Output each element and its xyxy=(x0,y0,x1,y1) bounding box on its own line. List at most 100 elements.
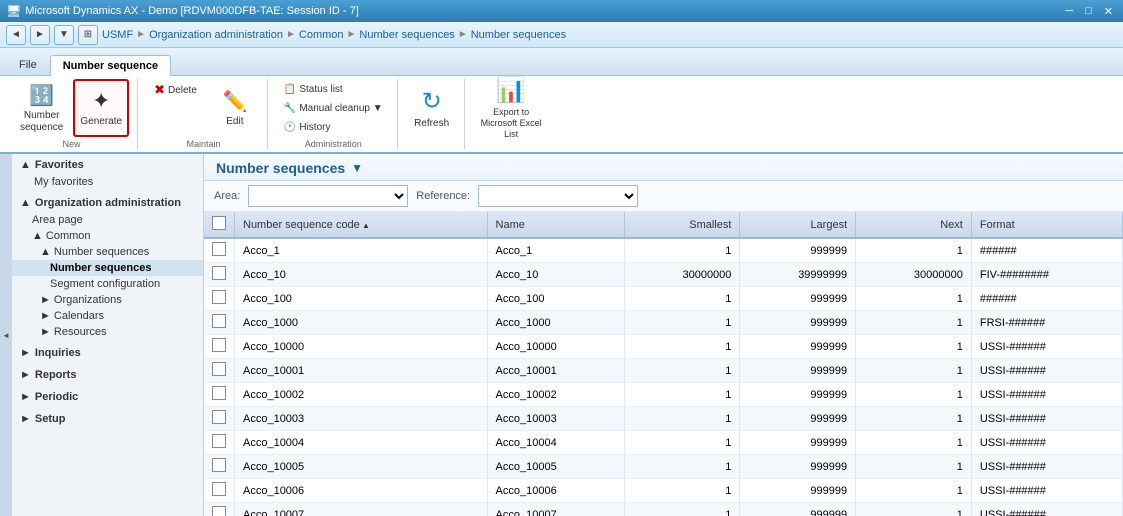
row-checkbox[interactable] xyxy=(204,431,235,455)
table-row[interactable]: Acco_1000 Acco_1000 1 999999 1 FRSI-####… xyxy=(204,311,1123,335)
row-next: 1 xyxy=(856,407,972,431)
row-code: Acco_10004 xyxy=(235,431,488,455)
inquiries-expand-icon: ► xyxy=(20,347,31,359)
table-row[interactable]: Acco_1 Acco_1 1 999999 1 ###### xyxy=(204,238,1123,263)
col-code[interactable]: Number sequence code xyxy=(235,212,488,238)
number-sequence-button[interactable]: 🔢 Numbersequence xyxy=(14,79,69,137)
sidebar-reports-header[interactable]: ► Reports xyxy=(12,366,203,384)
row-checkbox[interactable] xyxy=(204,503,235,516)
table-row[interactable]: Acco_10001 Acco_10001 1 999999 1 USSI-##… xyxy=(204,359,1123,383)
header-checkbox[interactable] xyxy=(212,216,226,230)
sidebar-item-calendars[interactable]: ► Calendars xyxy=(12,308,203,324)
row-checkbox[interactable] xyxy=(204,287,235,311)
breadcrumb-common[interactable]: Common xyxy=(299,29,344,41)
sidebar-item-area-page[interactable]: Area page xyxy=(12,212,203,228)
row-checkbox[interactable] xyxy=(204,455,235,479)
sidebar-item-common[interactable]: ▲ Common xyxy=(12,228,203,244)
manual-cleanup-button[interactable]: 🔧 Manual cleanup ▼ xyxy=(278,100,389,117)
col-name[interactable]: Name xyxy=(487,212,624,238)
status-list-button[interactable]: 📋 Status list xyxy=(278,81,349,98)
sidebar-inquiries-header[interactable]: ► Inquiries xyxy=(12,344,203,362)
col-next[interactable]: Next xyxy=(856,212,972,238)
export-button[interactable]: 📊 Export toMicrosoft ExcelList xyxy=(475,79,548,137)
table-row[interactable]: Acco_10000 Acco_10000 1 999999 1 USSI-##… xyxy=(204,335,1123,359)
col-format[interactable]: Format xyxy=(971,212,1122,238)
row-name: Acco_10002 xyxy=(487,383,624,407)
table-row[interactable]: Acco_10 Acco_10 30000000 39999999 300000… xyxy=(204,263,1123,287)
sidebar-section-setup: ► Setup xyxy=(12,408,203,430)
group-maintain-label: Maintain xyxy=(186,139,220,149)
nav-bar: ◄ ► ▼ ⊞ USMF ► Organization administrati… xyxy=(0,22,1123,48)
row-format: ###### xyxy=(971,287,1122,311)
generate-icon: ✦ xyxy=(92,88,110,114)
row-checkbox[interactable] xyxy=(204,311,235,335)
table-row[interactable]: Acco_10006 Acco_10006 1 999999 1 USSI-##… xyxy=(204,479,1123,503)
refresh-button[interactable]: ↻ Refresh xyxy=(408,79,456,137)
group-admin-label: Administration xyxy=(305,139,362,149)
status-list-icon: 📋 xyxy=(284,84,296,95)
sidebar-periodic-header[interactable]: ► Periodic xyxy=(12,388,203,406)
area-filter-select[interactable] xyxy=(248,185,408,207)
row-format: FRSI-###### xyxy=(971,311,1122,335)
sidebar-item-my-favorites[interactable]: My favorites xyxy=(12,174,203,190)
forward-button[interactable]: ► xyxy=(30,25,50,45)
nav-dropdown-button[interactable]: ▼ xyxy=(54,25,74,45)
col-largest[interactable]: Largest xyxy=(740,212,856,238)
sidebar-item-segment-configuration[interactable]: Segment configuration xyxy=(12,276,203,292)
sidebar-favorites-header[interactable]: ▲ Favorites xyxy=(12,156,203,174)
table-row[interactable]: Acco_100 Acco_100 1 999999 1 ###### xyxy=(204,287,1123,311)
sidebar-setup-header[interactable]: ► Setup xyxy=(12,410,203,428)
page-title: Number sequences xyxy=(216,160,345,176)
row-next: 1 xyxy=(856,359,972,383)
row-next: 30000000 xyxy=(856,263,972,287)
row-largest: 999999 xyxy=(740,455,856,479)
table-row[interactable]: Acco_10004 Acco_10004 1 999999 1 USSI-##… xyxy=(204,431,1123,455)
breadcrumb-org-admin[interactable]: Organization administration xyxy=(149,29,283,41)
row-checkbox[interactable] xyxy=(204,359,235,383)
col-smallest[interactable]: Smallest xyxy=(624,212,740,238)
generate-button[interactable]: ✦ Generate xyxy=(73,79,129,137)
row-checkbox[interactable] xyxy=(204,335,235,359)
content-header: Number sequences ▼ xyxy=(204,154,1123,181)
manual-cleanup-icon: 🔧 xyxy=(284,103,296,114)
minimize-btn[interactable]: ─ xyxy=(1061,5,1077,18)
numseq-expand-icon: ▲ xyxy=(40,246,51,258)
ribbon-group-maintain: ✖ Delete ✏️ Edit Maintain xyxy=(140,79,268,149)
row-checkbox[interactable] xyxy=(204,263,235,287)
row-checkbox[interactable] xyxy=(204,479,235,503)
table-row[interactable]: Acco_10007 Acco_10007 1 999999 1 USSI-##… xyxy=(204,503,1123,516)
edit-button[interactable]: ✏️ Edit xyxy=(211,79,259,137)
ribbon-group-export: 📊 Export toMicrosoft ExcelList xyxy=(467,79,556,149)
row-checkbox[interactable] xyxy=(204,238,235,263)
delete-button[interactable]: ✖ Delete xyxy=(148,79,203,101)
sidebar-item-number-sequences[interactable]: Number sequences xyxy=(12,260,203,276)
table-row[interactable]: Acco_10003 Acco_10003 1 999999 1 USSI-##… xyxy=(204,407,1123,431)
page-title-dropdown[interactable]: ▼ xyxy=(351,161,363,175)
sidebar-item-resources[interactable]: ► Resources xyxy=(12,324,203,340)
row-checkbox[interactable] xyxy=(204,407,235,431)
home-button[interactable]: ⊞ xyxy=(78,25,98,45)
sidebar-collapse-button[interactable]: ◄ xyxy=(0,154,12,516)
maximize-btn[interactable]: □ xyxy=(1081,5,1096,18)
row-checkbox[interactable] xyxy=(204,383,235,407)
back-button[interactable]: ◄ xyxy=(6,25,26,45)
edit-icon: ✏️ xyxy=(222,89,247,114)
sidebar-item-organizations[interactable]: ► Organizations xyxy=(12,292,203,308)
breadcrumb-numseq1[interactable]: Number sequences xyxy=(359,29,454,41)
breadcrumb-numseq2[interactable]: Number sequences xyxy=(471,29,566,41)
tab-number-sequence[interactable]: Number sequence xyxy=(50,55,171,76)
history-button[interactable]: 🕐 History xyxy=(278,119,337,136)
reports-expand-icon: ► xyxy=(20,369,31,381)
tab-file[interactable]: File xyxy=(6,54,50,75)
row-largest: 999999 xyxy=(740,407,856,431)
breadcrumb-usmf[interactable]: USMF xyxy=(102,29,133,41)
res-expand-icon: ► xyxy=(40,326,51,338)
table-header-row: Number sequence code Name Smallest Large… xyxy=(204,212,1123,238)
table-row[interactable]: Acco_10002 Acco_10002 1 999999 1 USSI-##… xyxy=(204,383,1123,407)
row-format: USSI-###### xyxy=(971,479,1122,503)
reference-filter-select[interactable] xyxy=(478,185,638,207)
sidebar-item-number-sequences-group[interactable]: ▲ Number sequences xyxy=(12,244,203,260)
sidebar-org-admin-header[interactable]: ▲ Organization administration xyxy=(12,194,203,212)
table-row[interactable]: Acco_10005 Acco_10005 1 999999 1 USSI-##… xyxy=(204,455,1123,479)
close-btn[interactable]: ✕ xyxy=(1100,5,1117,18)
